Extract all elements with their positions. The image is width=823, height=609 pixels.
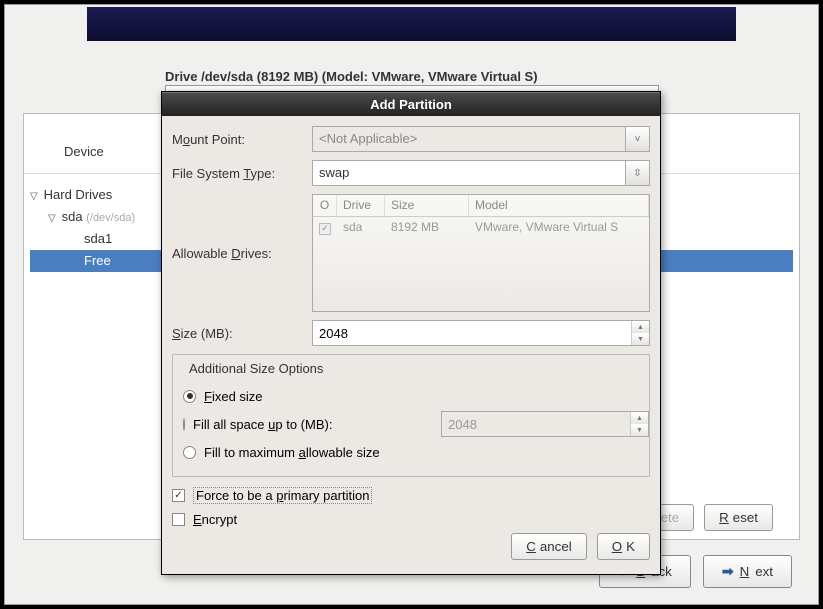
drive-size: 8192 MB bbox=[385, 217, 469, 239]
size-label: Size (MB): bbox=[172, 326, 312, 341]
radio-icon[interactable] bbox=[183, 418, 185, 431]
drive-model: VMware, VMware Virtual S bbox=[469, 217, 649, 239]
header-banner bbox=[87, 7, 736, 41]
fs-type-combo[interactable]: swap ⇳ bbox=[312, 160, 650, 186]
col-model[interactable]: Model bbox=[469, 195, 649, 216]
triangle-icon: ▽ bbox=[30, 186, 40, 208]
mount-point-label: Mount Point: bbox=[172, 132, 312, 147]
checkbox-icon[interactable] bbox=[172, 489, 185, 502]
encrypt-label: Encrypt bbox=[193, 512, 237, 527]
device-header-label: Device bbox=[64, 144, 104, 159]
size-row: Size (MB): ▲▼ bbox=[172, 318, 650, 348]
arrow-right-icon: ➡ bbox=[722, 563, 734, 580]
col-drive[interactable]: Drive bbox=[337, 195, 385, 216]
drive-name: sda bbox=[337, 217, 385, 239]
allowable-drives-label: Allowable Drives: bbox=[172, 246, 312, 261]
radio-fill-max[interactable]: Fill to maximum allowable size bbox=[183, 438, 639, 466]
radio-icon[interactable] bbox=[183, 446, 196, 459]
force-primary-row[interactable]: Force to be a primary partition bbox=[172, 483, 650, 507]
add-partition-dialog: Add Partition Mount Point: <Not Applicab… bbox=[161, 91, 661, 575]
next-button[interactable]: ➡Next bbox=[703, 555, 792, 588]
radio-fill-max-label: Fill to maximum allowable size bbox=[204, 445, 380, 460]
installer-window: Drive /dev/sda (8192 MB) (Model: VMware,… bbox=[4, 4, 819, 605]
size-input[interactable] bbox=[313, 321, 631, 345]
spin-down-icon[interactable]: ▼ bbox=[632, 333, 649, 345]
radio-fixed-label: Fixed size bbox=[204, 389, 263, 404]
reset-button[interactable]: Reset bbox=[704, 504, 773, 531]
dialog-body: Mount Point: <Not Applicable> ˅ File Sys… bbox=[162, 116, 660, 574]
fill-up-spinner: ▲▼ bbox=[441, 411, 649, 437]
dialog-title: Add Partition bbox=[162, 92, 660, 116]
drive-info-label: Drive /dev/sda (8192 MB) (Model: VMware,… bbox=[165, 69, 538, 84]
spin-up-icon: ▲ bbox=[631, 412, 648, 424]
triangle-icon: ▽ bbox=[48, 208, 58, 230]
fs-type-label: File System Type: bbox=[172, 166, 312, 181]
checkbox-icon[interactable] bbox=[172, 513, 185, 526]
drives-header: O Drive Size Model bbox=[313, 195, 649, 217]
fill-up-input bbox=[442, 412, 630, 436]
chevron-down-icon: ˅ bbox=[625, 127, 649, 151]
mount-point-value: <Not Applicable> bbox=[313, 127, 625, 151]
allowable-drives-row: Allowable Drives: O Drive Size Model ✓ s… bbox=[172, 192, 650, 314]
allowable-drives-list[interactable]: O Drive Size Model ✓ sda 8192 MB VMware,… bbox=[312, 194, 650, 312]
force-primary-label: Force to be a primary partition bbox=[193, 487, 372, 504]
radio-fixed-size[interactable]: Fixed size bbox=[183, 382, 639, 410]
radio-fill-up-label: Fill all space up to (MB): bbox=[193, 417, 433, 432]
drive-row-sda[interactable]: ✓ sda 8192 MB VMware, VMware Virtual S bbox=[313, 217, 649, 239]
fs-type-row: File System Type: swap ⇳ bbox=[172, 158, 650, 188]
mount-point-row: Mount Point: <Not Applicable> ˅ bbox=[172, 124, 650, 154]
size-spinner[interactable]: ▲▼ bbox=[312, 320, 650, 346]
fs-type-value: swap bbox=[313, 161, 625, 185]
size-options-title: Additional Size Options bbox=[185, 361, 327, 376]
size-options-fieldset: Additional Size Options Fixed size Fill … bbox=[172, 354, 650, 477]
spin-down-icon: ▼ bbox=[631, 424, 648, 436]
spin-up-icon[interactable]: ▲ bbox=[632, 321, 649, 333]
dialog-buttons: Cancel OK bbox=[172, 531, 650, 566]
cancel-button[interactable]: Cancel bbox=[511, 533, 587, 560]
updown-icon[interactable]: ⇳ bbox=[625, 161, 649, 185]
ok-button[interactable]: OK bbox=[597, 533, 650, 560]
encrypt-row[interactable]: Encrypt bbox=[172, 507, 650, 531]
col-size[interactable]: Size bbox=[385, 195, 469, 216]
mount-point-combo: <Not Applicable> ˅ bbox=[312, 126, 650, 152]
radio-fill-up-to[interactable]: Fill all space up to (MB): ▲▼ bbox=[183, 410, 639, 438]
col-check[interactable]: O bbox=[313, 195, 337, 216]
radio-icon[interactable] bbox=[183, 390, 196, 403]
drive-checkbox[interactable]: ✓ bbox=[319, 223, 331, 235]
